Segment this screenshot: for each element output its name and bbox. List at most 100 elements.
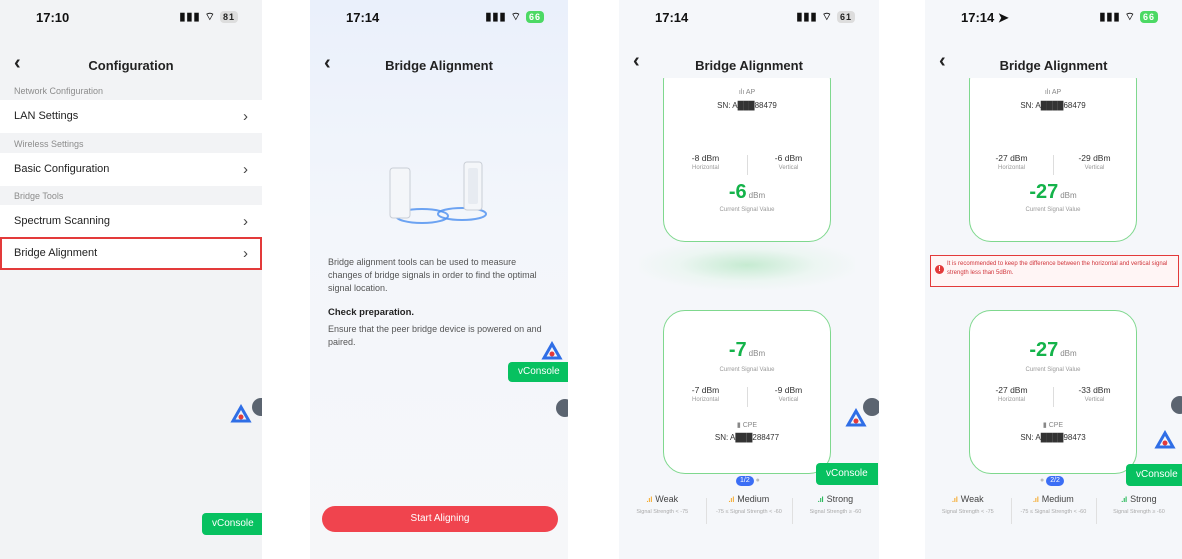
status-bar: 17:10 ▮▮▮ ⌔ 81 — [0, 0, 262, 34]
cpe-horizontal-value: -7 dBm — [691, 385, 720, 395]
legend-strong: Strong — [826, 494, 854, 504]
ap-polarization-values: -8 dBm Horizontal -6 dBm Vertical — [664, 153, 830, 181]
cpe-horizontal-label: Horizontal — [997, 397, 1025, 403]
cpe-serial-number: SN: A███288477 — [714, 433, 780, 442]
status-time: 17:14 ➤ — [961, 10, 1009, 26]
ap-current-signal: -27 dBm — [970, 181, 1136, 204]
legend-strong: Strong — [1130, 494, 1157, 504]
pager-indicator: 1/2 — [736, 476, 754, 486]
ap-signal-card: ılı AP SN: A███88479 -8 dBm Horizontal -6… — [663, 58, 831, 242]
chevron-right-icon: › — [243, 245, 248, 262]
warning-text: It is recommended to keep the difference… — [947, 261, 1168, 276]
ap-serial-number: SN: A███88479 — [717, 101, 777, 110]
start-aligning-button[interactable]: Start Aligning — [322, 506, 558, 532]
nav-bar: ‹ Bridge Alignment — [310, 48, 568, 84]
battery-icon: 81 — [219, 11, 238, 23]
antenna-icon: ılı — [1044, 89, 1052, 96]
cpe-polarization-values: -27 dBm Horizontal -33 dBm Vertical — [970, 385, 1136, 413]
ap-vertical-label: Vertical — [1084, 165, 1105, 171]
assistant-logo-icon[interactable] — [541, 341, 563, 363]
cpe-vertical-label: Vertical — [1084, 397, 1105, 403]
cpe-role-label: ▮ CPE — [970, 421, 1136, 429]
ap-current-value: -6 — [728, 181, 747, 203]
assistant-logo-icon[interactable] — [230, 404, 252, 426]
cpe-role-label: ▮ CPE — [664, 421, 830, 429]
status-icons: ▮▮▮ ⌔ 81 — [179, 10, 238, 24]
page-title: Bridge Alignment — [999, 58, 1108, 73]
signal-legend: .ıl Weak Signal Strength < -75 .ıl Medium -7… — [925, 494, 1182, 530]
page-title: Bridge Alignment — [385, 58, 493, 73]
cpe-role: CPE — [1048, 422, 1064, 429]
section-label-wireless: Wireless Settings — [14, 139, 84, 149]
status-icons: ▮▮▮ ⌔ 66 — [1099, 10, 1158, 24]
legend-medium-range: -75 ≤ Signal Strength < -60 — [715, 509, 782, 515]
card-pager[interactable]: ● 2/2 — [1040, 476, 1064, 486]
ap-signal-card: ılı AP SN: A████68479 -27 dBm Horizontal … — [969, 58, 1137, 242]
unit-label: dBm — [748, 191, 766, 200]
status-time: 17:14 — [346, 10, 380, 25]
status-time: 17:14 — [655, 10, 689, 25]
cpe-vertical-value: -33 dBm — [1078, 385, 1111, 395]
alert-icon: ! — [935, 265, 944, 274]
intro-description: Bridge alignment tools can be used to me… — [328, 257, 537, 293]
cpe-vertical-value: -9 dBm — [774, 385, 803, 395]
cpe-current-value: -7 — [728, 339, 747, 361]
configuration-screen: 17:10 ▮▮▮ ⌔ 81 ‹ Configuration Network C… — [0, 0, 262, 559]
assistant-logo-icon[interactable] — [1154, 430, 1176, 452]
row-basic-configuration[interactable]: Basic Configuration › — [0, 153, 262, 186]
nav-bar: ‹ Bridge Alignment — [619, 34, 879, 78]
floating-handle-icon[interactable] — [252, 398, 262, 416]
ap-horizontal-value: -27 dBm — [995, 153, 1028, 163]
signal-glow — [639, 240, 855, 290]
unit-label: dBm — [748, 349, 766, 358]
bridge-devices-illustration — [389, 161, 487, 224]
battery-icon: 66 — [1139, 11, 1158, 23]
ap-role-label: ılı AP — [970, 89, 1136, 96]
check-preparation-text: Ensure that the peer bridge device is po… — [328, 324, 542, 347]
battery-icon: 66 — [525, 11, 544, 23]
bridge-alignment-signal-screen-2: ılı AP SN: A████68479 -27 dBm Horizontal … — [925, 0, 1182, 559]
row-bridge-alignment[interactable]: Bridge Alignment › — [0, 237, 262, 270]
floating-handle-icon[interactable] — [1171, 396, 1182, 414]
vconsole-button[interactable]: vConsole — [508, 362, 568, 382]
status-bar: 17:14 ▮▮▮ ⌔ 61 — [619, 0, 879, 34]
signal-bars-icon: .ıl — [1032, 497, 1039, 504]
floating-handle-icon[interactable] — [556, 399, 568, 417]
status-bar: 17:14 ▮▮▮ ⌔ 66 — [310, 0, 568, 34]
cpe-current-value: -27 — [1029, 339, 1059, 361]
signal-legend: .ıl Weak Signal Strength < -75 .ıl Medium -7… — [619, 494, 879, 530]
card-pager[interactable]: 1/2 ● — [736, 476, 760, 486]
row-label: LAN Settings — [14, 110, 79, 122]
legend-weak: Weak — [655, 494, 679, 504]
cpe-current-signal: -7 dBm — [664, 339, 830, 362]
bridge-alignment-signal-screen-1: ılı AP SN: A███88479 -8 dBm Horizontal -6… — [619, 0, 879, 559]
signal-bars-icon: .ıl — [1121, 497, 1128, 504]
row-label: Basic Configuration — [14, 163, 110, 175]
cpe-current-label: Current Signal Value — [1025, 367, 1081, 373]
unit-label: dBm — [1060, 349, 1077, 358]
ap-current-value: -27 — [1029, 181, 1059, 203]
ap-role: AP — [745, 89, 756, 96]
chevron-right-icon: › — [243, 213, 248, 230]
cpe-role: CPE — [742, 422, 758, 429]
vconsole-button[interactable]: vConsole — [1126, 464, 1182, 486]
vconsole-button[interactable]: vConsole — [202, 513, 262, 535]
floating-handle-icon[interactable] — [863, 398, 879, 416]
row-label: Bridge Alignment — [14, 247, 98, 259]
unit-label: dBm — [1060, 191, 1077, 200]
ap-role: AP — [1051, 89, 1062, 96]
location-arrow-icon: ➤ — [997, 10, 1009, 25]
legend-weak-range: Signal Strength < -75 — [941, 509, 994, 515]
ap-current-label: Current Signal Value — [1025, 207, 1081, 213]
ap-vertical-label: Vertical — [778, 165, 799, 171]
row-spectrum-scanning[interactable]: Spectrum Scanning › — [0, 205, 262, 238]
ap-horizontal-label: Horizontal — [997, 165, 1025, 171]
cpe-horizontal-label: Horizontal — [691, 397, 719, 403]
vconsole-button[interactable]: vConsole — [816, 463, 878, 485]
status-bar: 17:14 ➤ ▮▮▮ ⌔ 66 — [925, 0, 1182, 34]
legend-strong-range: Signal Strength ≥ -60 — [1113, 509, 1165, 515]
row-lan-settings[interactable]: LAN Settings › — [0, 100, 262, 133]
ap-horizontal-label: Horizontal — [691, 165, 719, 171]
ap-polarization-values: -27 dBm Horizontal -29 dBm Vertical — [970, 153, 1136, 181]
status-icons: ▮▮▮ ⌔ 61 — [796, 10, 855, 24]
